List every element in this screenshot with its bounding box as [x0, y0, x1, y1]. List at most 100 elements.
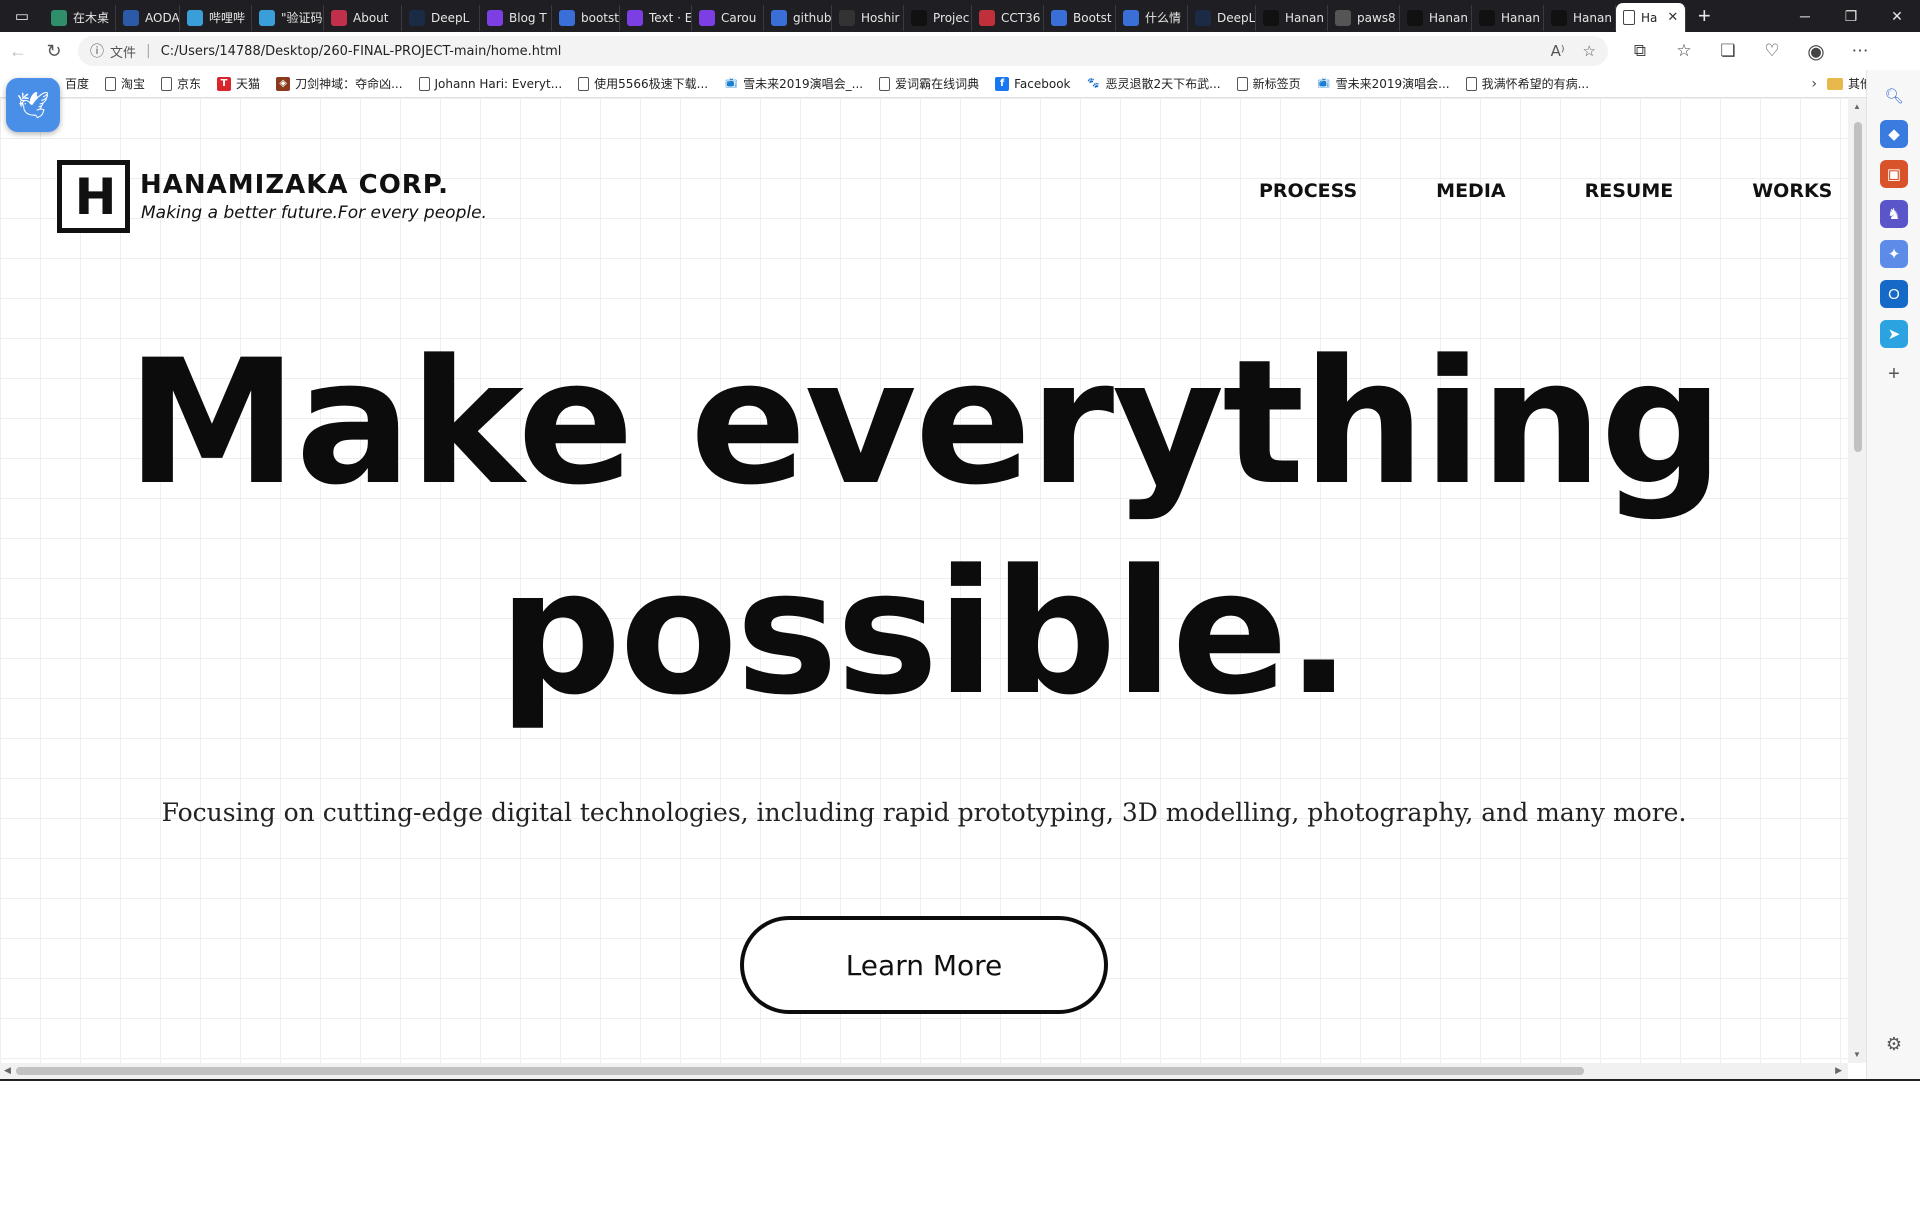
scroll-down-icon[interactable]: ▼: [1853, 1050, 1861, 1059]
favorite-star-icon[interactable]: ☆: [1583, 42, 1596, 60]
bookmark-item[interactable]: f Facebook: [995, 75, 1071, 92]
game-icon: ◈: [276, 76, 291, 91]
more-menu-icon[interactable]: ⋯: [1838, 33, 1882, 69]
minimize-button[interactable]: ─: [1782, 0, 1828, 32]
browser-tab[interactable]: Hanan: [1544, 4, 1616, 31]
shopping-tag-icon[interactable]: ◆: [1880, 120, 1908, 148]
browser-tab[interactable]: Hanan: [1472, 4, 1544, 31]
browser-essentials-icon[interactable]: ♡: [1750, 33, 1794, 69]
close-window-button[interactable]: ✕: [1874, 0, 1920, 32]
bookmark-item[interactable]: 淘宝: [105, 75, 145, 92]
browser-tab[interactable]: DeepL: [1188, 4, 1256, 31]
vertical-scrollbar[interactable]: ▲ ▼: [1848, 98, 1866, 1063]
browser-tab[interactable]: About: [324, 4, 402, 31]
new-tab-button[interactable]: +: [1686, 0, 1722, 32]
nav-media[interactable]: MEDIA: [1436, 180, 1505, 202]
bookmark-item[interactable]: 📺︎ 雪未来2019演唱会...: [1317, 75, 1449, 92]
tab-favicon-icon: [259, 9, 275, 26]
page-icon: [1465, 76, 1477, 91]
tab-label: bootst: [581, 10, 619, 25]
back-button[interactable]: ←: [0, 33, 36, 69]
paw-icon: 🐾: [1087, 78, 1100, 89]
bookmark-item[interactable]: 京东: [161, 75, 201, 92]
tab-active[interactable]: Ha ✕: [1616, 3, 1687, 32]
horizontal-scroll-thumb[interactable]: [16, 1067, 1584, 1075]
nav-process[interactable]: PROCESS: [1259, 180, 1357, 202]
tab-favicon-icon: [1335, 9, 1351, 26]
browser-tab[interactable]: bootst: [552, 4, 620, 31]
horizontal-scrollbar[interactable]: ◀ ▶: [0, 1063, 1848, 1079]
bookmark-label: 新标签页: [1252, 77, 1301, 91]
browser-tab[interactable]: Hoshir: [832, 4, 904, 31]
browser-tab[interactable]: Hanan: [1400, 4, 1472, 31]
restore-button[interactable]: ❐: [1828, 0, 1874, 32]
favorites-icon[interactable]: ☆: [1662, 33, 1706, 69]
bookmark-item[interactable]: Johann Hari: Everyt...: [418, 75, 562, 92]
tab-actions-icon[interactable]: ▭: [0, 0, 44, 32]
read-aloud-icon[interactable]: A⁾: [1551, 42, 1565, 60]
browser-tab[interactable]: github: [764, 4, 832, 31]
outlook-icon[interactable]: O: [1880, 280, 1908, 308]
tab-favicon-icon: [839, 9, 855, 26]
tab-favicon-icon: [1051, 9, 1067, 26]
gear-icon[interactable]: ⚙: [1880, 1030, 1908, 1058]
bookmark-label: 雪未来2019演唱会_...: [743, 77, 864, 91]
nav-resume[interactable]: RESUME: [1585, 180, 1674, 202]
browser-tab[interactable]: "验证码: [252, 4, 324, 31]
hero-line-2: possible.: [498, 532, 1351, 733]
browser-tab[interactable]: AODA: [116, 4, 180, 31]
scroll-left-icon[interactable]: ◀: [4, 1065, 11, 1076]
games-icon[interactable]: ♞: [1880, 200, 1908, 228]
chevron-right-icon[interactable]: ›: [1811, 76, 1817, 92]
browser-tab[interactable]: 在木桌: [44, 4, 116, 31]
browser-tab[interactable]: Hanan: [1256, 4, 1328, 31]
profile-avatar[interactable]: ◉: [1794, 33, 1838, 69]
add-icon[interactable]: +: [1880, 360, 1908, 388]
logo-mark[interactable]: H: [57, 160, 130, 233]
tab-bar: ▭ 在木桌 AODA 哔哩哔 "验证码 About DeepL Blog T bootst Te…: [0, 0, 1920, 32]
bookmark-label: 爱词霸在线词典: [895, 77, 980, 91]
bookmark-item[interactable]: 新标签页: [1236, 75, 1301, 92]
browser-tab[interactable]: Blog T: [480, 4, 552, 31]
vertical-scroll-thumb[interactable]: [1854, 122, 1862, 452]
learn-more-button[interactable]: Learn More: [740, 916, 1108, 1014]
page-icon: [418, 76, 430, 91]
browser-tab[interactable]: Text · E: [620, 4, 692, 31]
browser-tab[interactable]: 哔哩哔: [180, 4, 252, 31]
info-icon[interactable]: ⓘ: [90, 41, 104, 61]
bookmark-item[interactable]: 爱词霸在线词典: [879, 75, 979, 92]
bookmark-item[interactable]: ◈ 刀剑神域：夺命凶...: [276, 75, 403, 92]
close-icon[interactable]: ✕: [1667, 10, 1678, 25]
browser-tab[interactable]: CCT36: [972, 4, 1044, 31]
search-icon[interactable]: 🔍︎: [1880, 82, 1908, 110]
nav-works[interactable]: WORKS: [1752, 180, 1832, 202]
bookmark-item[interactable]: 🐾 恶灵退散2天下布武...: [1087, 75, 1220, 92]
bookmark-item[interactable]: 我满怀希望的有病...: [1465, 75, 1589, 92]
browser-tab[interactable]: DeepL: [402, 4, 480, 31]
send-icon[interactable]: ➤: [1880, 320, 1908, 348]
url-text[interactable]: C:/Users/14788/Desktop/260-FINAL-PROJECT…: [161, 44, 1533, 59]
url-field[interactable]: ⓘ 文件 | C:/Users/14788/Desktop/260-FINAL-…: [78, 36, 1608, 66]
url-separator: |: [146, 43, 151, 59]
scroll-up-icon[interactable]: ▲: [1853, 102, 1861, 111]
refresh-button[interactable]: ↻: [36, 33, 72, 69]
bookmark-item[interactable]: 📺︎ 雪未来2019演唱会_...: [724, 75, 863, 92]
extensions-icon[interactable]: ⧉: [1618, 33, 1662, 69]
tools-icon[interactable]: ▣: [1880, 160, 1908, 188]
copilot-icon[interactable]: ✦: [1880, 240, 1908, 268]
floating-bird-icon[interactable]: 🕊: [6, 78, 60, 132]
scroll-right-icon[interactable]: ▶: [1835, 1065, 1842, 1076]
browser-tab[interactable]: Bootst: [1044, 4, 1116, 31]
brand-tagline: Making a better future.For every people.: [141, 203, 487, 223]
tab-label: CCT36: [1001, 10, 1041, 25]
bookmark-item[interactable]: T 天猫: [217, 75, 260, 92]
browser-tab[interactable]: Carou: [692, 4, 764, 31]
browser-tab[interactable]: Projec: [904, 4, 972, 31]
collections-icon[interactable]: ❏: [1706, 33, 1750, 69]
browser-tab[interactable]: 什么情: [1116, 4, 1188, 31]
tab-favicon-icon: [1123, 9, 1139, 26]
tab-favicon-icon: [331, 9, 347, 26]
window-controls: ─ ❐ ✕: [1782, 0, 1920, 32]
bookmark-item[interactable]: 使用5566极速下载...: [578, 75, 708, 92]
browser-tab[interactable]: paws8: [1328, 4, 1400, 31]
